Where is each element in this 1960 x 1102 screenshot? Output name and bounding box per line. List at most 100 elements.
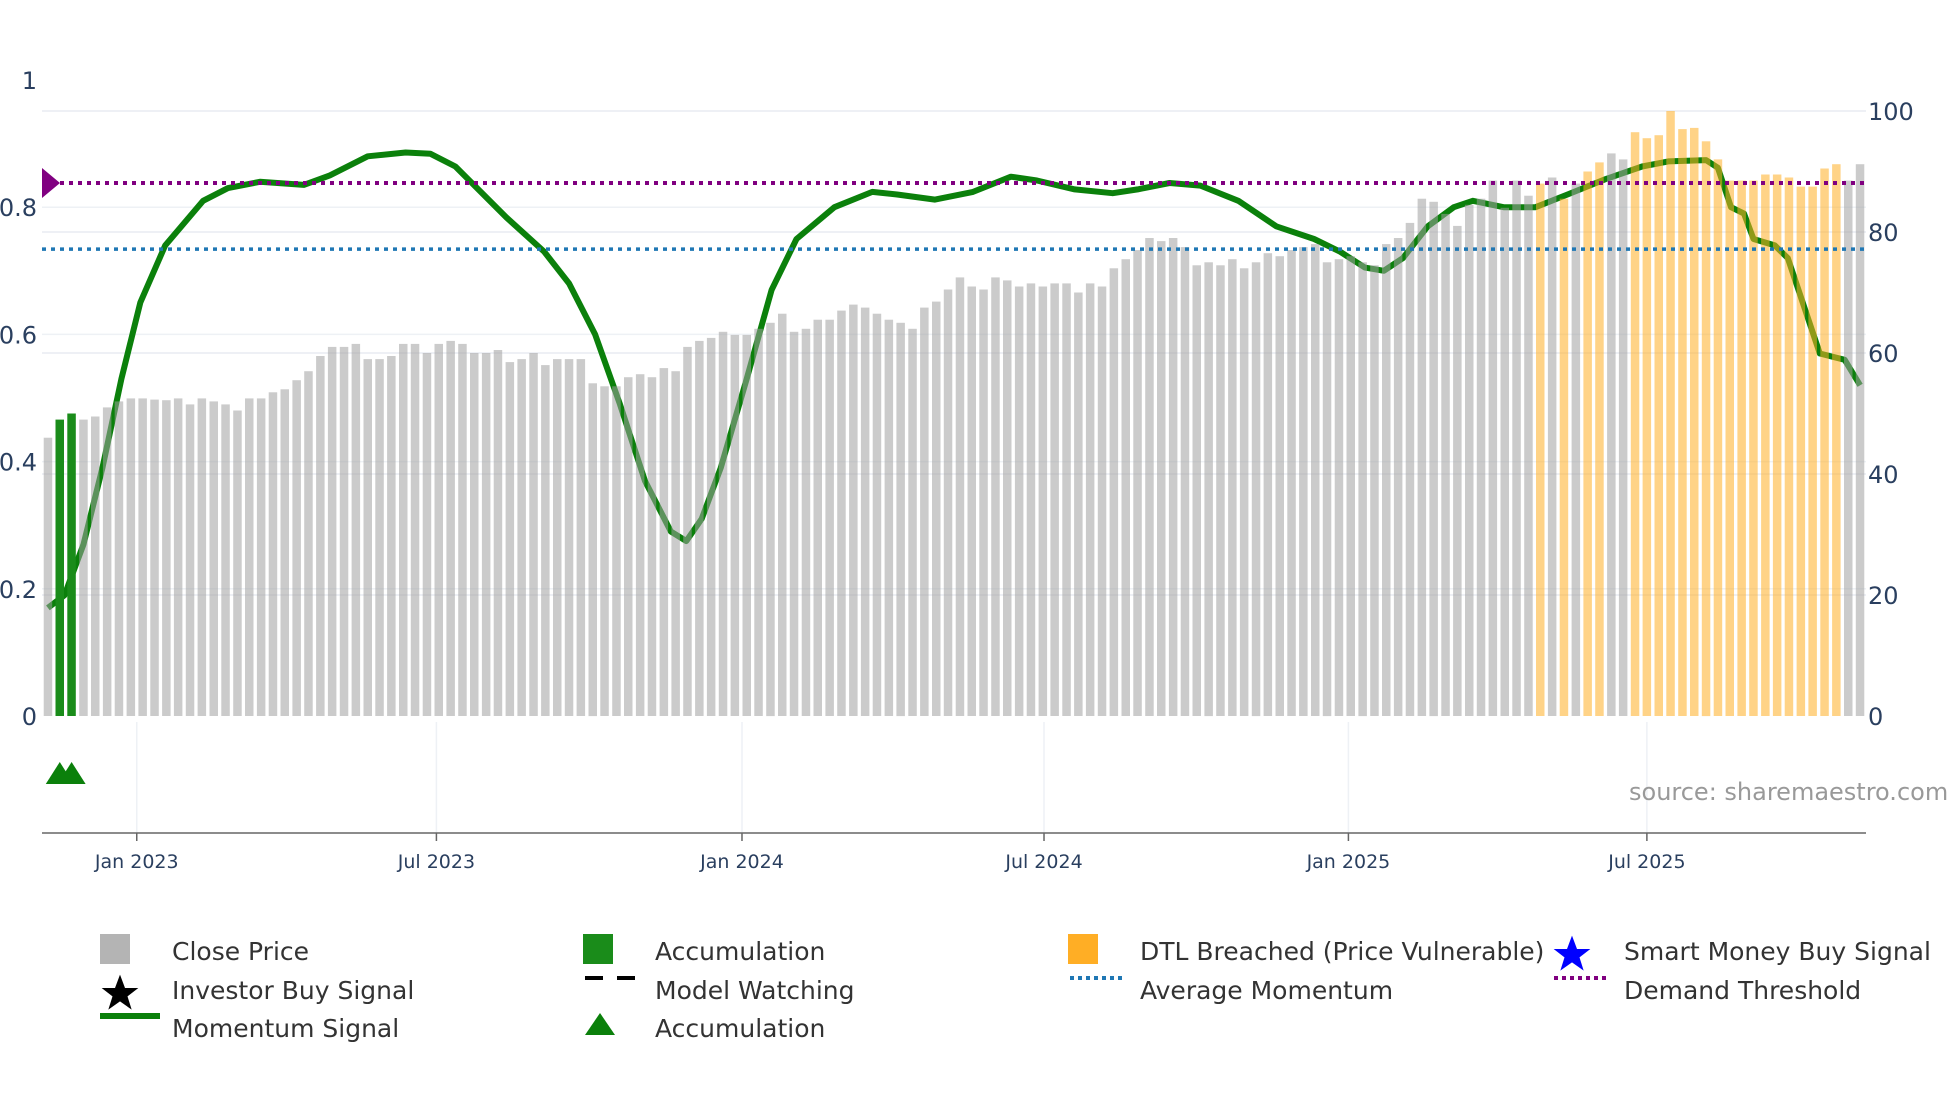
legend-item[interactable]: Accumulation xyxy=(583,934,825,968)
close-price-bar xyxy=(351,343,361,716)
close-price-bar xyxy=(1322,262,1332,717)
gray-square-icon xyxy=(100,934,160,968)
legend-item[interactable]: Smart Money Buy Signal xyxy=(1552,934,1931,971)
dtl-breached-bar xyxy=(1796,186,1806,717)
legend-item[interactable]: DTL Breached (Price Vulnerable) xyxy=(1068,934,1544,968)
close-price-bar xyxy=(564,359,574,716)
close-price-bar xyxy=(1157,241,1166,716)
close-price-bar xyxy=(280,389,289,716)
x-tick-label: Jan 2023 xyxy=(94,851,179,873)
close-price-bar xyxy=(1453,225,1462,716)
black-dash-icon xyxy=(583,973,643,1007)
x-tick-label: Jul 2025 xyxy=(1607,851,1685,873)
close-price-bar xyxy=(896,322,905,717)
close-price-bar xyxy=(1085,283,1095,716)
close-price-bar xyxy=(434,343,443,716)
legend-item[interactable]: Demand Threshold xyxy=(1552,973,1861,1007)
legend-item[interactable]: Model Watching xyxy=(583,973,855,1007)
close-price-bar xyxy=(114,401,124,716)
dtl-breached-bar xyxy=(1761,174,1770,716)
close-price-bar xyxy=(778,313,787,716)
black-star-icon xyxy=(100,973,160,1010)
close-price-bar xyxy=(801,328,811,716)
right-tick-label: 80 xyxy=(1868,219,1899,247)
dtl-breached-bar xyxy=(1737,180,1746,717)
green-square-icon xyxy=(583,934,643,968)
left-tick-label: 1 xyxy=(22,67,37,95)
close-price-bar xyxy=(718,331,728,716)
close-price-bar xyxy=(659,368,669,716)
close-price-bar xyxy=(458,343,467,716)
close-price-bar xyxy=(1204,262,1213,717)
close-price-bar xyxy=(647,377,657,716)
close-price-bar xyxy=(742,334,751,716)
right-tick-label: 100 xyxy=(1868,98,1914,126)
close-price-bar xyxy=(209,401,218,716)
dtl-breached-bar xyxy=(1654,135,1663,716)
close-price-bar xyxy=(1607,153,1616,716)
close-price-bar xyxy=(1855,164,1865,716)
close-price-bar xyxy=(683,346,692,716)
orange-square-icon xyxy=(1068,934,1128,968)
dtl-breached-bar xyxy=(1642,138,1652,716)
close-price-bar xyxy=(1228,259,1237,716)
close-price-bar xyxy=(292,380,301,716)
legend-label: Model Watching xyxy=(655,975,855,1005)
right-tick-label: 0 xyxy=(1868,703,1883,731)
close-price-bar xyxy=(1050,283,1059,716)
left-tick-label: 0.4 xyxy=(0,449,37,477)
legend-item[interactable]: Accumulation xyxy=(583,1011,825,1045)
close-price-bar xyxy=(624,377,633,716)
blue-dot-line-icon xyxy=(1068,973,1128,1007)
dtl-breached-bar xyxy=(1701,141,1711,717)
close-price-bar xyxy=(339,346,349,716)
close-price-bar xyxy=(849,304,858,716)
close-price-bar xyxy=(635,374,645,716)
close-price-bar xyxy=(1109,268,1119,716)
close-price-bar xyxy=(233,410,242,716)
legend-label: Average Momentum xyxy=(1140,975,1394,1005)
bars xyxy=(43,111,1865,717)
close-price-bar xyxy=(316,356,325,716)
close-price-bar xyxy=(1180,247,1190,716)
close-price-bar xyxy=(1488,180,1498,717)
legend-label: Demand Threshold xyxy=(1624,975,1862,1005)
green-line-icon xyxy=(100,1011,160,1045)
dtl-breached-bar xyxy=(1772,174,1782,716)
legend-item[interactable]: Momentum Signal xyxy=(100,1011,399,1045)
green-triangle-icon xyxy=(583,1011,643,1045)
close-price-bar xyxy=(1275,256,1284,716)
close-price-bar xyxy=(1263,253,1273,716)
close-price-bar xyxy=(470,353,479,716)
close-price-bar xyxy=(1618,159,1628,716)
left-tick-label: 0.2 xyxy=(0,576,37,604)
close-price-bar xyxy=(813,319,822,716)
close-price-bar xyxy=(576,359,586,716)
close-price-bar xyxy=(1311,244,1320,716)
accumulation-bar xyxy=(55,419,64,716)
close-price-bar xyxy=(1216,265,1225,716)
close-price-bar xyxy=(860,307,870,716)
close-price-bar xyxy=(1251,262,1261,717)
close-price-bar xyxy=(493,350,503,716)
right-tick-label: 60 xyxy=(1868,340,1899,368)
close-price-bar xyxy=(706,337,716,716)
legend-label: Investor Buy Signal xyxy=(172,975,415,1005)
close-price-bar xyxy=(422,353,432,716)
close-price-bar xyxy=(185,404,195,716)
accumulation-bar xyxy=(67,413,76,716)
close-price-bar xyxy=(979,289,988,716)
dtl-breached-bar xyxy=(1630,132,1640,716)
close-price-bar xyxy=(1287,250,1296,716)
legend-item[interactable]: Investor Buy Signal xyxy=(100,973,415,1010)
right-tick-label: 40 xyxy=(1868,461,1899,489)
close-price-bar xyxy=(1393,238,1403,716)
close-price-bar xyxy=(1097,286,1107,716)
close-price-bar xyxy=(1476,198,1486,716)
close-price-bar xyxy=(79,419,88,716)
close-price-bar xyxy=(1441,213,1450,716)
legend-item[interactable]: Average Momentum xyxy=(1068,973,1393,1007)
left-tick-label: 0.6 xyxy=(0,321,37,349)
legend-item[interactable]: Close Price xyxy=(100,934,309,968)
close-price-bar xyxy=(1346,256,1355,716)
